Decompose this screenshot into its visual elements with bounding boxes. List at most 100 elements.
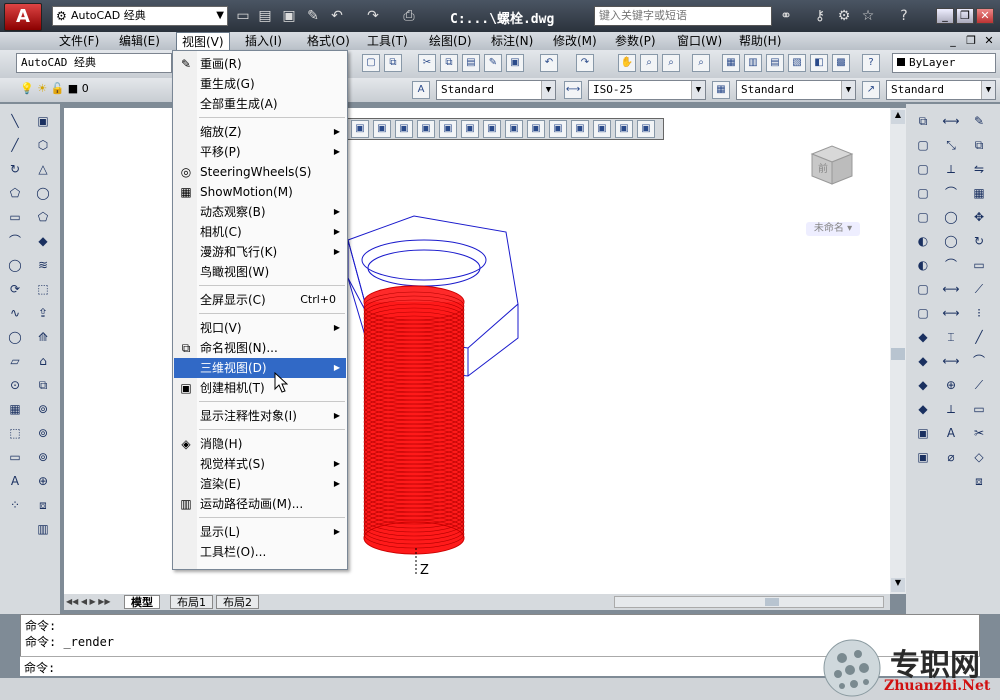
horizontal-scrollbar[interactable] xyxy=(614,596,884,608)
dimension-tool-icon[interactable]: ◯ xyxy=(940,208,962,226)
dimension-tool-icon[interactable]: ◯ xyxy=(940,232,962,250)
modeling-3d-tool-icon[interactable]: ▣ xyxy=(417,120,435,138)
new-file-icon[interactable]: ▭ xyxy=(234,7,252,25)
help-toolbar-icon[interactable]: ? xyxy=(862,54,880,72)
modeling-tool-icon[interactable]: ⌂ xyxy=(32,352,54,370)
dimension-tool-icon[interactable]: ⌒ xyxy=(940,256,962,274)
modeling-tool-icon[interactable]: ◯ xyxy=(32,184,54,202)
view-tool-icon[interactable]: ▢ xyxy=(912,136,934,154)
draw-tool-icon[interactable]: ↻ xyxy=(4,160,26,178)
layout-tab[interactable]: 布局1 xyxy=(170,595,213,609)
view-menu-item[interactable]: ⧉ 命名视图(N)... xyxy=(174,338,346,358)
modeling-tool-icon[interactable]: ⊚ xyxy=(32,448,54,466)
layer-control[interactable]: 💡 ☀ 🔓 ■ 0 xyxy=(20,82,170,99)
menu-item[interactable]: 视图(V) xyxy=(176,32,230,50)
draw-tool-icon[interactable]: ⌒ xyxy=(4,232,26,250)
modeling-3d-tool-icon[interactable]: ▣ xyxy=(395,120,413,138)
view-menu-item[interactable]: 全屏显示(C) Ctrl+0 xyxy=(174,290,346,310)
properties-icon[interactable]: ▦ xyxy=(722,54,740,72)
scroll-up-arrow[interactable]: ▲ xyxy=(891,110,905,124)
calculator-icon[interactable]: ▩ xyxy=(832,54,850,72)
view-tool-icon[interactable]: ◐ xyxy=(912,256,934,274)
modeling-tool-icon[interactable]: ▣ xyxy=(32,112,54,130)
modify-tool-icon[interactable]: ▭ xyxy=(968,400,990,418)
modeling-3d-tool-icon[interactable]: ▣ xyxy=(549,120,567,138)
table-style-icon[interactable]: ▦ xyxy=(712,81,730,99)
dimension-tool-icon[interactable]: ⟷ xyxy=(940,280,962,298)
modeling-3d-tool-icon[interactable]: ▣ xyxy=(373,120,391,138)
modify-tool-icon[interactable]: ⧉ xyxy=(968,136,990,154)
zoom-realtime-icon[interactable]: ⌕ xyxy=(640,54,658,72)
scroll-down-arrow[interactable]: ▼ xyxy=(891,578,905,592)
view-menu-item[interactable]: ✎ 重画(R) xyxy=(174,54,346,74)
draw-tool-icon[interactable]: ∿ xyxy=(4,304,26,322)
viewcube[interactable]: 前 xyxy=(800,138,862,194)
modeling-tool-icon[interactable]: ⬠ xyxy=(32,208,54,226)
document-close-button[interactable]: ✕ xyxy=(982,34,996,48)
markup-icon[interactable]: ◧ xyxy=(810,54,828,72)
dimension-tool-icon[interactable]: ⌀ xyxy=(940,448,962,466)
draw-tool-icon[interactable]: ⬚ xyxy=(4,424,26,442)
draw-tool-icon[interactable]: ╲ xyxy=(4,112,26,130)
color-control[interactable]: ByLayer xyxy=(892,53,996,73)
view-menu-item[interactable]: 平移(P) ▶ xyxy=(174,142,346,162)
modeling-tool-icon[interactable]: △ xyxy=(32,160,54,178)
dimension-tool-icon[interactable]: ⟷ xyxy=(940,352,962,370)
match-properties-icon[interactable]: ✎ xyxy=(484,54,502,72)
view-tool-icon[interactable]: ▢ xyxy=(912,184,934,202)
modeling-tool-icon[interactable]: ⬡ xyxy=(32,136,54,154)
modeling-tool-icon[interactable]: ⬚ xyxy=(32,280,54,298)
mleader-style-icon[interactable]: ↗ xyxy=(862,81,880,99)
sheet-set-icon[interactable]: ▧ xyxy=(788,54,806,72)
cut-icon[interactable]: ✂ xyxy=(418,54,436,72)
dim-style-combo[interactable]: ISO-25 ▼ xyxy=(588,80,706,100)
zoom-window-icon[interactable]: ▢ xyxy=(362,54,380,72)
view-tool-icon[interactable]: ◆ xyxy=(912,328,934,346)
zoom-previous-icon[interactable]: ⌕ xyxy=(692,54,710,72)
draw-tool-icon[interactable]: A xyxy=(4,472,26,490)
tab-nav-arrows[interactable]: ◀◀ ◀ ▶ ▶▶ xyxy=(66,595,122,609)
modify-tool-icon[interactable]: ✂ xyxy=(968,424,990,442)
binoculars-icon[interactable]: ⚭ xyxy=(776,6,796,26)
undo-toolbar-icon[interactable]: ↶ xyxy=(540,54,558,72)
modeling-tool-icon[interactable]: ⊚ xyxy=(32,400,54,418)
menu-item[interactable]: 插入(I) xyxy=(240,32,287,50)
dimension-tool-icon[interactable]: ⌒ xyxy=(940,184,962,202)
draw-tool-icon[interactable]: ▭ xyxy=(4,208,26,226)
block-editor-icon[interactable]: ▣ xyxy=(506,54,524,72)
modeling-tool-icon[interactable]: ▥ xyxy=(32,520,54,538)
redo-icon[interactable]: ↷ xyxy=(364,7,382,25)
draw-tool-icon[interactable]: ╱ xyxy=(4,136,26,154)
modeling-tool-icon[interactable]: ⧉ xyxy=(32,376,54,394)
paste-icon[interactable]: ▤ xyxy=(462,54,480,72)
draw-tool-icon[interactable]: ⬠ xyxy=(4,184,26,202)
subscription-center-icon[interactable]: ⚷ xyxy=(810,6,830,26)
modify-tool-icon[interactable]: ⧈ xyxy=(968,472,990,490)
zoom-window-tb-icon[interactable]: ⌕ xyxy=(662,54,680,72)
layout-tab[interactable]: 布局2 xyxy=(216,595,259,609)
view-menu-item[interactable]: 相机(C) ▶ xyxy=(174,222,346,242)
menu-item[interactable]: 绘图(D) xyxy=(424,32,477,50)
modeling-tool-icon[interactable]: ⊚ xyxy=(32,424,54,442)
modify-tool-icon[interactable]: ↻ xyxy=(968,232,990,250)
view-menu-item[interactable]: 漫游和飞行(K) ▶ xyxy=(174,242,346,262)
communication-center-icon[interactable]: ⚙ xyxy=(834,6,854,26)
view-menu-item[interactable]: ◎ SteeringWheels(S) xyxy=(174,162,346,182)
close-button[interactable]: ✕ xyxy=(976,8,994,24)
modify-tool-icon[interactable]: ⟋ xyxy=(968,280,990,298)
application-menu-button[interactable]: A xyxy=(4,3,42,31)
modeling-tool-icon[interactable]: ⇪ xyxy=(32,304,54,322)
vertical-scrollbar[interactable]: ▲ ▼ xyxy=(890,108,906,594)
view-menu-item[interactable]: 重生成(G) xyxy=(174,74,346,94)
menu-item[interactable]: 窗口(W) xyxy=(672,32,727,50)
dimension-tool-icon[interactable]: ⟷ xyxy=(940,112,962,130)
view-menu-item[interactable]: 鸟瞰视图(W) xyxy=(174,262,346,282)
draw-tool-icon[interactable]: ▱ xyxy=(4,352,26,370)
search-input[interactable] xyxy=(594,6,772,26)
scroll-thumb[interactable] xyxy=(891,348,905,360)
menu-item[interactable]: 编辑(E) xyxy=(114,32,165,50)
modify-tool-icon[interactable]: ◇ xyxy=(968,448,990,466)
named-views-icon[interactable]: ⧉ xyxy=(384,54,402,72)
modify-tool-icon[interactable]: ⇋ xyxy=(968,160,990,178)
menu-item[interactable]: 工具(T) xyxy=(362,32,413,50)
